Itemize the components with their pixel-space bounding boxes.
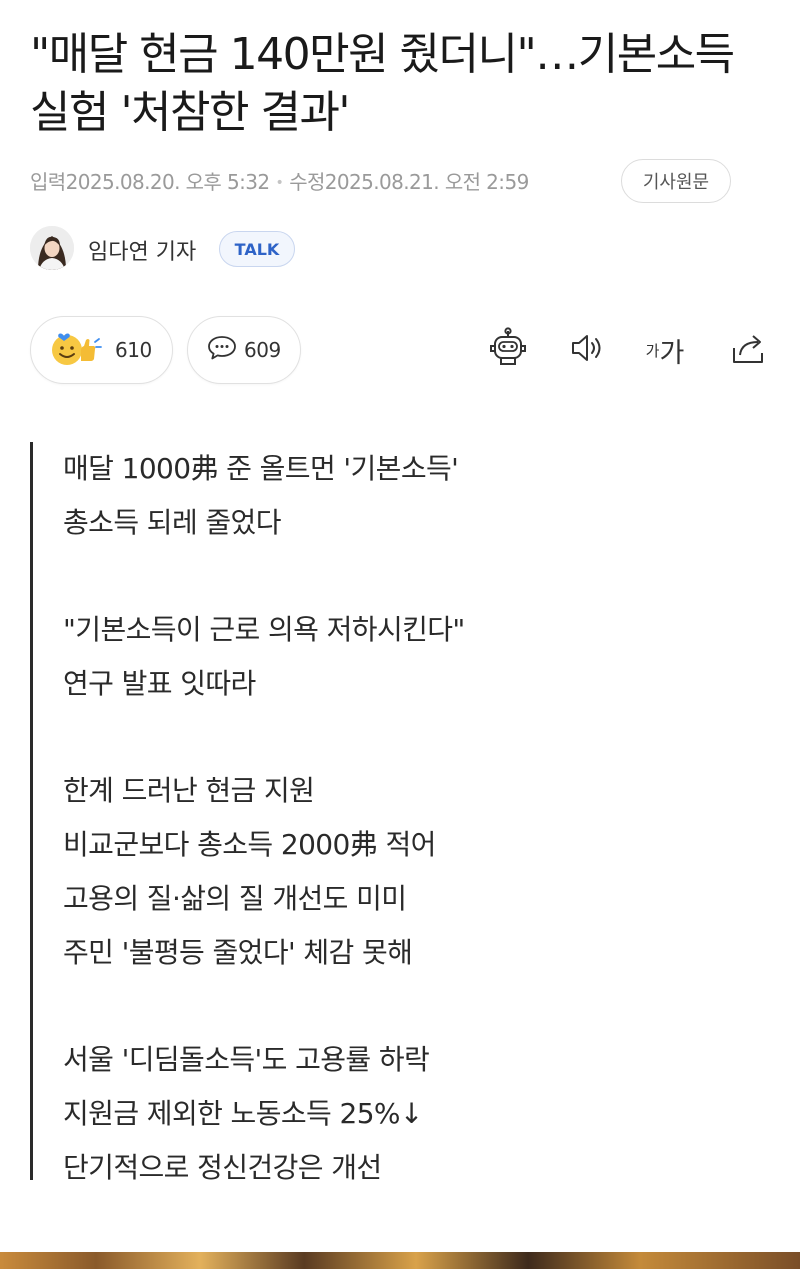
summary-line: 연구 발표 잇따라 — [63, 667, 256, 700]
summary-line: 주민 '불평등 줄었다' 체감 못해 — [63, 936, 413, 969]
robot-icon — [486, 326, 530, 374]
summary-line: "기본소득이 근로 의욕 저하시킨다" — [63, 613, 465, 646]
author-avatar[interactable] — [30, 226, 74, 270]
comment-button[interactable]: 609 — [187, 316, 301, 384]
input-label: 입력 — [30, 170, 66, 194]
original-article-button[interactable]: 기사원문 — [621, 159, 731, 203]
author-photo — [30, 226, 74, 270]
font-large-label: 가 — [659, 337, 685, 369]
reaction-button[interactable]: 610 — [30, 316, 173, 384]
summary-line: 서울 '디딤돌소득'도 고용률 하락 — [63, 1043, 430, 1076]
article-title: "매달 현금 140만원 줬더니"…기본소득 실험 '처참한 결과' — [30, 29, 735, 138]
modified-label: 수정 — [289, 170, 325, 194]
summary-text: 매달 1000弗 준 올트먼 '기본소득' 총소득 되레 줄었다 "기본소득이 … — [63, 442, 465, 1195]
reaction-count: 610 — [115, 338, 152, 362]
comment-count: 609 — [244, 338, 281, 362]
share-button[interactable] — [724, 326, 772, 374]
author-name[interactable]: 임다연 기자 — [88, 234, 196, 266]
separator-dot: • — [275, 175, 284, 191]
article-summary: 매달 1000弗 준 올트먼 '기본소득' 총소득 되레 줄었다 "기본소득이 … — [30, 442, 753, 1184]
article-photo-top-edge — [0, 1252, 800, 1269]
share-icon — [726, 326, 770, 374]
summary-gap — [63, 980, 465, 1033]
ai-summary-button[interactable] — [484, 326, 532, 374]
summary-line: 고용의 질·삶의 질 개선도 미미 — [63, 882, 407, 915]
summary-gap — [63, 711, 465, 764]
speech-bubble-icon — [206, 334, 238, 366]
summary-line: 총소득 되레 줄었다 — [63, 506, 281, 539]
summary-line: 지원금 제외한 노동소득 25%↓ — [63, 1097, 423, 1130]
summary-line: 한계 드러난 현금 지원 — [63, 774, 315, 807]
summary-line: 매달 1000弗 준 올트먼 '기본소득' — [63, 452, 459, 485]
font-small-label: 가 — [645, 341, 660, 360]
font-size-button[interactable]: 가가 — [641, 326, 689, 374]
article-dates: 입력2025.08.20. 오후 5:32 • 수정2025.08.21. 오전 2… — [30, 166, 529, 195]
summary-line: 비교군보다 총소득 2000弗 적어 — [63, 828, 436, 861]
summary-gap — [63, 550, 465, 603]
smile-thumbs-up-icon — [49, 328, 109, 372]
input-date: 2025.08.20. 오후 5:32 — [65, 170, 271, 194]
listen-button[interactable] — [563, 326, 611, 374]
talk-button[interactable]: TALK — [219, 231, 295, 267]
modified-date: 2025.08.21. 오전 2:59 — [324, 170, 530, 194]
summary-line: 단기적으로 정신건강은 개선 — [63, 1151, 382, 1184]
speaker-icon — [565, 326, 609, 374]
